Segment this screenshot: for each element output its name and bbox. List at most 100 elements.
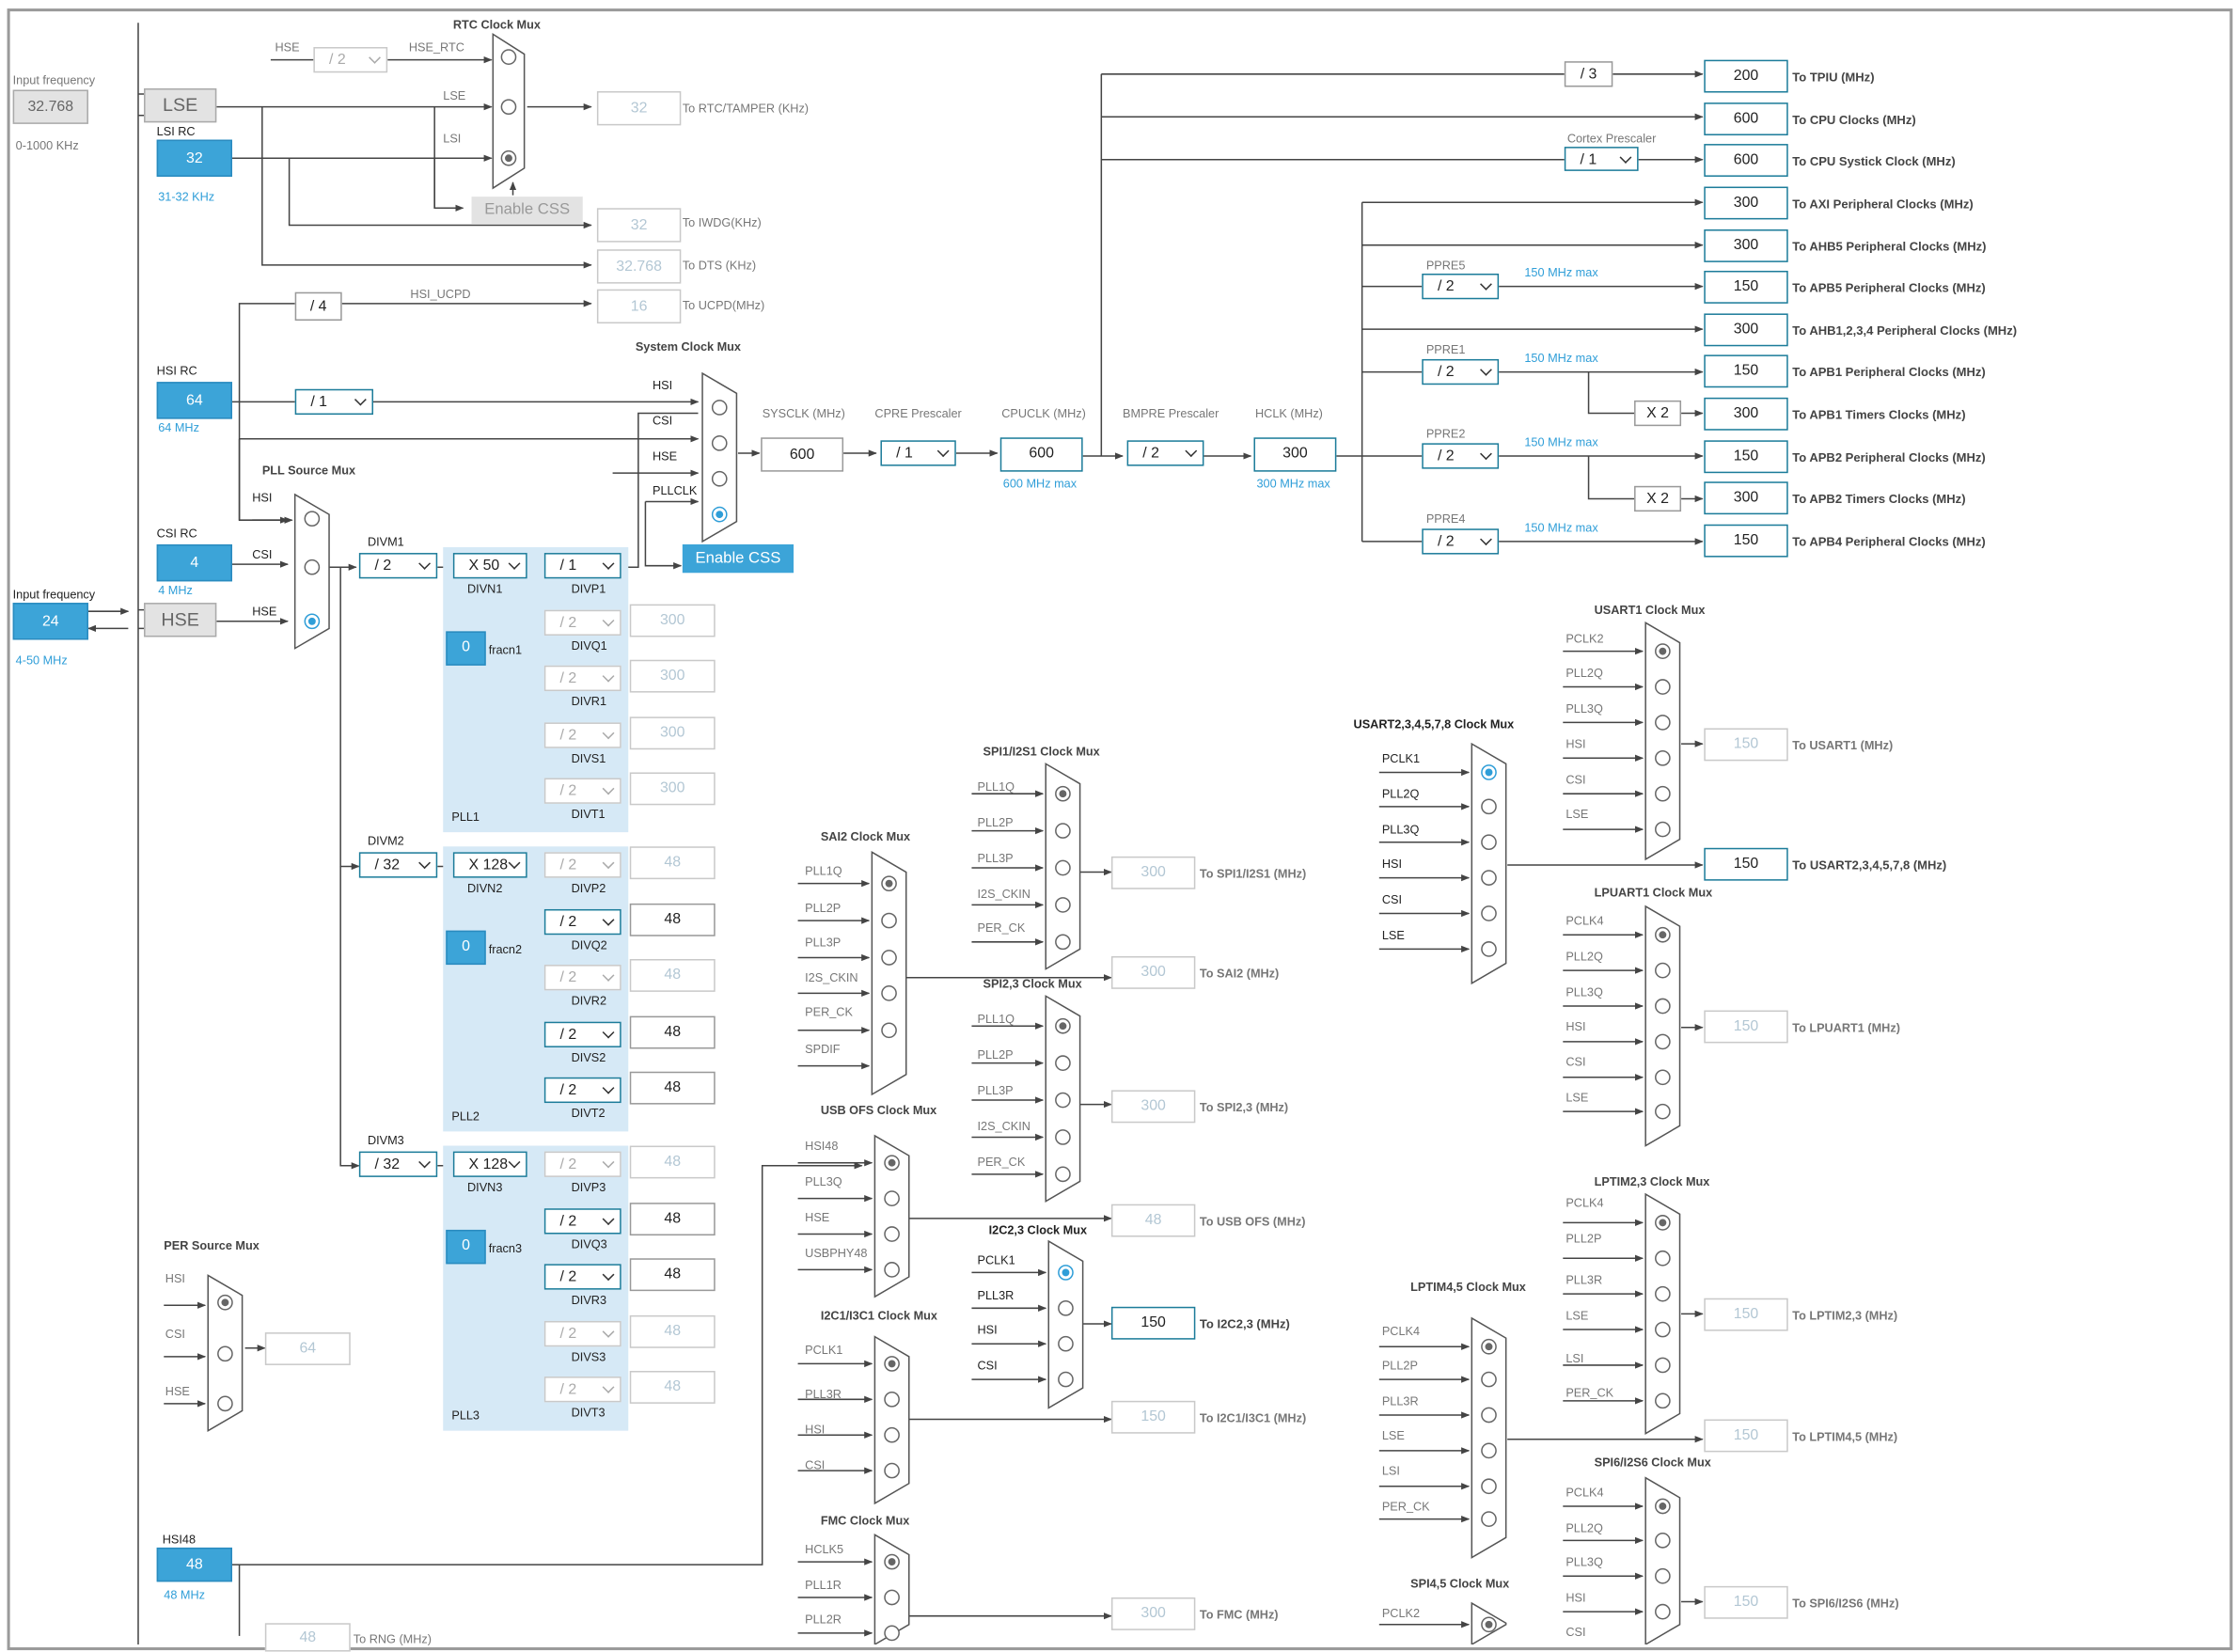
usart1-clock-mux-radio-2[interactable] xyxy=(1655,715,1671,731)
pll-source-mux-radio-0[interactable] xyxy=(304,511,321,527)
i2c23-clock-mux-radio-1[interactable] xyxy=(1058,1299,1074,1316)
fmc-clock-mux-radio-2[interactable] xyxy=(884,1625,900,1642)
i2c23-clock-mux-radio-3[interactable] xyxy=(1058,1371,1074,1388)
usart2-clock-mux-radio-5[interactable] xyxy=(1481,941,1497,957)
usart1-clock-mux-radio-1[interactable] xyxy=(1655,679,1671,695)
lptim23-clock-mux-radio-2[interactable] xyxy=(1655,1285,1671,1302)
ppre5-prescaler[interactable]: / 2 xyxy=(1422,273,1500,300)
divm1-divider[interactable]: / 2 xyxy=(358,553,438,579)
divq1-divider[interactable]: / 2 xyxy=(543,609,621,636)
divs1-divider[interactable]: / 2 xyxy=(543,722,621,748)
usart2-clock-mux-radio-1[interactable] xyxy=(1481,798,1497,815)
spi1-clock-mux-radio-3[interactable] xyxy=(1055,897,1071,913)
divn3-multiplier[interactable]: X 128 xyxy=(452,1151,527,1177)
fracn3-value[interactable]: 0 xyxy=(446,1229,486,1265)
lpuart1-clock-mux-radio-2[interactable] xyxy=(1655,998,1671,1015)
spi6-clock-mux-radio-2[interactable] xyxy=(1655,1567,1671,1584)
spi6-clock-mux-radio-1[interactable] xyxy=(1655,1533,1671,1549)
usbofs-clock-mux-radio-2[interactable] xyxy=(884,1226,900,1242)
usbofs-clock-mux-radio-1[interactable] xyxy=(884,1190,900,1206)
hsi-divider[interactable]: / 1 xyxy=(294,388,374,416)
lptim45-clock-mux-radio-3[interactable] xyxy=(1481,1442,1497,1459)
lptim23-clock-mux-radio-4[interactable] xyxy=(1655,1357,1671,1374)
lse-oscillator[interactable]: LSE xyxy=(144,87,217,123)
csi-rc-value[interactable]: 4 xyxy=(156,543,232,582)
ppre4-prescaler[interactable]: / 2 xyxy=(1422,528,1500,555)
usart2-clock-mux-radio-3[interactable] xyxy=(1481,870,1497,886)
lptim45-clock-mux-radio-4[interactable] xyxy=(1481,1478,1497,1495)
sai2-clock-mux-radio-3[interactable] xyxy=(881,985,897,1001)
hsi48-rc-value[interactable]: 48 xyxy=(156,1547,232,1582)
divq2-divider[interactable]: / 2 xyxy=(543,908,621,935)
divt1-divider[interactable]: / 2 xyxy=(543,779,621,805)
bmpre-prescaler[interactable]: / 2 xyxy=(1126,440,1204,466)
divr3-divider[interactable]: / 2 xyxy=(543,1264,621,1290)
lptim23-clock-mux-radio-1[interactable] xyxy=(1655,1250,1671,1267)
lpuart1-clock-mux-radio-5[interactable] xyxy=(1655,1103,1671,1120)
ppre1-prescaler[interactable]: / 2 xyxy=(1422,358,1500,385)
rtc-enable-css-button[interactable]: Enable CSS xyxy=(471,197,583,224)
i2c23-clock-mux-radio-2[interactable] xyxy=(1058,1335,1074,1352)
lpuart1-clock-mux-radio-4[interactable] xyxy=(1655,1069,1671,1086)
ppre2-prescaler[interactable]: / 2 xyxy=(1422,443,1500,469)
lpuart1-clock-mux-radio-3[interactable] xyxy=(1655,1033,1671,1050)
divr2-divider[interactable]: / 2 xyxy=(543,965,621,991)
cpre-prescaler[interactable]: / 1 xyxy=(880,440,956,466)
divp1-divider[interactable]: / 1 xyxy=(543,553,621,579)
spi23-clock-mux-radio-4[interactable] xyxy=(1055,1166,1071,1183)
usart1-clock-mux-radio-5[interactable] xyxy=(1655,821,1671,838)
i2c1-clock-mux-radio-1[interactable] xyxy=(884,1391,900,1408)
spi23-clock-mux-radio-2[interactable] xyxy=(1055,1092,1071,1109)
divq3-divider[interactable]: / 2 xyxy=(543,1207,621,1234)
lsi-rc-value[interactable]: 32 xyxy=(156,139,232,177)
spi1-clock-mux-radio-4[interactable] xyxy=(1055,934,1071,951)
system-clock-mux-radio-0[interactable] xyxy=(711,400,728,416)
rtc-clock-mux-radio-0[interactable] xyxy=(500,49,517,65)
divn2-multiplier[interactable]: X 128 xyxy=(452,852,527,878)
per-source-mux-radio-1[interactable] xyxy=(217,1345,233,1362)
usart2-output-value[interactable]: 150 xyxy=(1704,847,1788,881)
hse-oscillator[interactable]: HSE xyxy=(144,603,217,637)
divn1-multiplier[interactable]: X 50 xyxy=(452,553,527,579)
rtc-hse-divider[interactable]: / 2 xyxy=(313,47,388,73)
system-clock-mux-radio-2[interactable] xyxy=(711,470,728,487)
divp2-divider[interactable]: / 2 xyxy=(543,852,621,878)
cpuclk-value[interactable]: 600 xyxy=(999,437,1083,472)
divm2-divider[interactable]: / 32 xyxy=(358,852,438,878)
fmc-clock-mux-radio-1[interactable] xyxy=(884,1589,900,1606)
divs3-divider[interactable]: / 2 xyxy=(543,1320,621,1346)
i2c1-clock-mux-radio-3[interactable] xyxy=(884,1462,900,1479)
divt2-divider[interactable]: / 2 xyxy=(543,1078,621,1104)
lpuart1-clock-mux-radio-1[interactable] xyxy=(1655,962,1671,979)
divr1-divider[interactable]: / 2 xyxy=(543,666,621,692)
divm3-divider[interactable]: / 32 xyxy=(358,1151,438,1177)
divt3-divider[interactable]: / 2 xyxy=(543,1377,621,1403)
usbofs-clock-mux-radio-3[interactable] xyxy=(884,1262,900,1278)
hclk-value[interactable]: 300 xyxy=(1253,437,1337,472)
sai2-clock-mux-radio-1[interactable] xyxy=(881,912,897,929)
usart1-clock-mux-radio-3[interactable] xyxy=(1655,749,1671,766)
cortex-prescaler[interactable]: / 1 xyxy=(1564,147,1639,171)
spi23-clock-mux-radio-1[interactable] xyxy=(1055,1055,1071,1071)
usart2-clock-mux-radio-2[interactable] xyxy=(1481,834,1497,851)
sai2-clock-mux-radio-2[interactable] xyxy=(881,950,897,966)
lptim45-clock-mux-radio-2[interactable] xyxy=(1481,1407,1497,1424)
usart1-clock-mux-radio-4[interactable] xyxy=(1655,785,1671,802)
hse-input-field[interactable]: 24 xyxy=(12,603,88,640)
pll-source-mux-radio-1[interactable] xyxy=(304,559,321,575)
fracn2-value[interactable]: 0 xyxy=(446,930,486,966)
lptim45-clock-mux-radio-1[interactable] xyxy=(1481,1371,1497,1388)
divs2-divider[interactable]: / 2 xyxy=(543,1021,621,1047)
spi1-clock-mux-radio-2[interactable] xyxy=(1055,859,1071,876)
i2c23-output-value[interactable]: 150 xyxy=(1110,1306,1196,1340)
rtc-clock-mux-radio-1[interactable] xyxy=(500,99,517,116)
system-enable-css-button[interactable]: Enable CSS xyxy=(682,543,794,574)
per-source-mux-radio-2[interactable] xyxy=(217,1395,233,1412)
hsi-rc-value[interactable]: 64 xyxy=(156,382,232,419)
spi6-clock-mux-radio-3[interactable] xyxy=(1655,1603,1671,1620)
lptim45-clock-mux-radio-5[interactable] xyxy=(1481,1511,1497,1527)
spi1-clock-mux-radio-1[interactable] xyxy=(1055,823,1071,839)
divp3-divider[interactable]: / 2 xyxy=(543,1151,621,1177)
system-clock-mux-radio-1[interactable] xyxy=(711,435,728,451)
lptim23-clock-mux-radio-5[interactable] xyxy=(1655,1392,1671,1409)
